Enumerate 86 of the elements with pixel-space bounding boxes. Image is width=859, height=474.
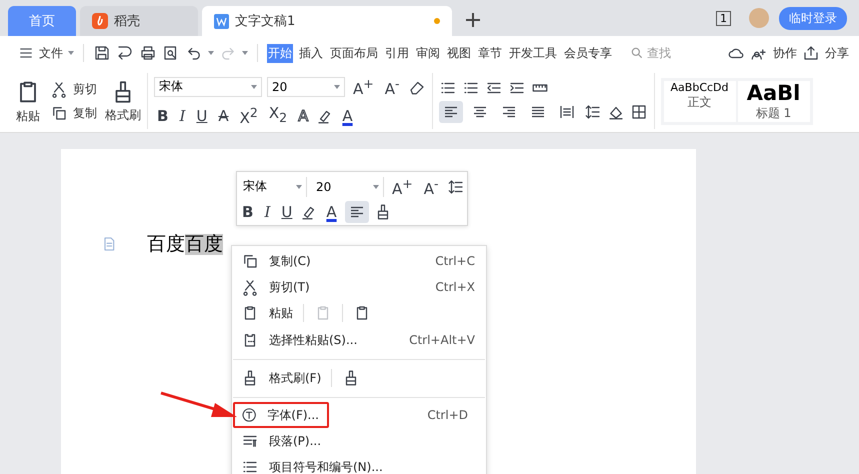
flame-logo-icon [92,13,108,29]
action-label[interactable]: 协作 [773,44,797,62]
align-button[interactable] [438,101,463,123]
borders-icon [630,103,648,121]
menu-item[interactable]: 项目符号和编号(N)... [233,454,485,474]
ribbon-tab[interactable]: 引用 [384,44,410,62]
line-spacing-icon [584,103,602,121]
menu-item[interactable]: 选择性粘贴(S)... Ctrl+Alt+V [233,326,485,360]
document-tab[interactable]: 文字文稿1 [202,6,452,36]
align-distributed-icon [558,103,576,121]
new-tab-icon[interactable] [466,13,480,27]
menu-item[interactable]: 段落(P)... [233,428,485,454]
format-button[interactable]: I [261,202,274,222]
format-button[interactable]: U [278,202,296,222]
size-field[interactable]: 20 [267,76,345,96]
style-name: 标题 1 [756,104,792,122]
share-icon [802,44,820,62]
format-button[interactable]: I [176,106,188,126]
format-button[interactable]: B [239,202,256,222]
menu-item[interactable]: 格式刷(F) [233,364,485,398]
style-preset[interactable]: AaBbCcDd 正文 [664,80,736,122]
copy-icon [50,104,68,122]
caret-icon [242,51,248,55]
align-button[interactable] [344,201,369,223]
scissors-icon [241,278,259,296]
shortcut-label: Ctrl+X [435,280,475,294]
action-label[interactable]: 分享 [825,44,849,62]
ribbon-tab[interactable]: 开发工具 [508,44,558,62]
cut-button[interactable]: 剪切 [73,80,97,98]
font-size-button[interactable]: A$^{-}$ [382,74,403,99]
paste-button[interactable]: 粘贴 [16,108,40,124]
format-button[interactable]: A [295,106,312,126]
page-count[interactable]: 1 [716,10,731,26]
caret-icon [68,51,74,55]
line-spacing-icon [446,178,465,196]
font-size-button[interactable]: A$^{+}$ [350,74,377,99]
shortcut-label: Ctrl+D [427,408,468,422]
ribbon-tab[interactable]: 审阅 [415,44,441,62]
style-preview: AaBl [746,80,800,104]
font-field[interactable]: 宋体 [154,76,262,96]
tab-label: 稻壳 [114,13,140,30]
style-name: 正文 [688,94,712,110]
style-preset[interactable]: AaBl 标题 1 [738,80,810,122]
ribbon-tab[interactable]: 视图 [446,44,472,62]
export-icon [116,44,134,62]
caret-icon [251,84,257,88]
search-label: 查找 [647,44,671,62]
format-button[interactable]: U [193,106,210,126]
format-button[interactable]: B [154,106,172,126]
format-button[interactable]: X$_{2}$ [266,103,290,128]
font-size-button[interactable]: A$^{-}$ [420,174,442,199]
writer-logo-icon [214,14,229,28]
tab-label: 文字文稿1 [235,13,296,30]
format-button[interactable]: A [339,106,356,126]
scissors-icon [50,80,68,98]
format-button[interactable]: A [215,106,232,126]
caret-icon [373,184,379,188]
copy-button[interactable]: 复制 [73,104,97,122]
format-painter-button[interactable]: 格式刷 [105,106,141,124]
circled-letter-icon [241,406,258,424]
format-button[interactable]: A [323,202,340,222]
print-icon [139,44,157,62]
body-text: 百度百度 [147,233,223,257]
caret-icon [296,184,302,188]
size-field[interactable]: 20 [312,176,384,196]
search-icon [630,46,644,60]
ribbon-tab[interactable]: 会员专享 [563,44,613,62]
document-tab[interactable]: 稻壳 [80,6,198,36]
menu-item[interactable]: 剪切(T) Ctrl+X [233,274,485,300]
caret-icon [334,84,340,88]
font-size-button[interactable]: A$^{+}$ [389,174,416,199]
ribbon-tab[interactable]: 章节 [477,44,503,62]
shortcut-label: Ctrl+Alt+V [409,333,475,347]
copy-icon [241,252,259,270]
font-field[interactable]: 宋体 [239,176,307,196]
ribbon-tab[interactable]: 插入 [298,44,324,62]
tab-label: 首页 [29,13,55,30]
menu-item[interactable]: 粘贴 [233,300,485,326]
save-icon [93,44,111,62]
ribbon-tab[interactable]: 页面布局 [329,44,379,62]
format-button[interactable]: X$^{2}$ [236,103,261,128]
style-preview: AaBbCcDd [670,80,729,94]
caret-icon [208,51,214,55]
menu-item[interactable]: 复制(C) Ctrl+C [233,248,485,274]
shortcut-label: Ctrl+C [435,254,475,268]
file-menu[interactable]: 文件 [39,44,63,62]
